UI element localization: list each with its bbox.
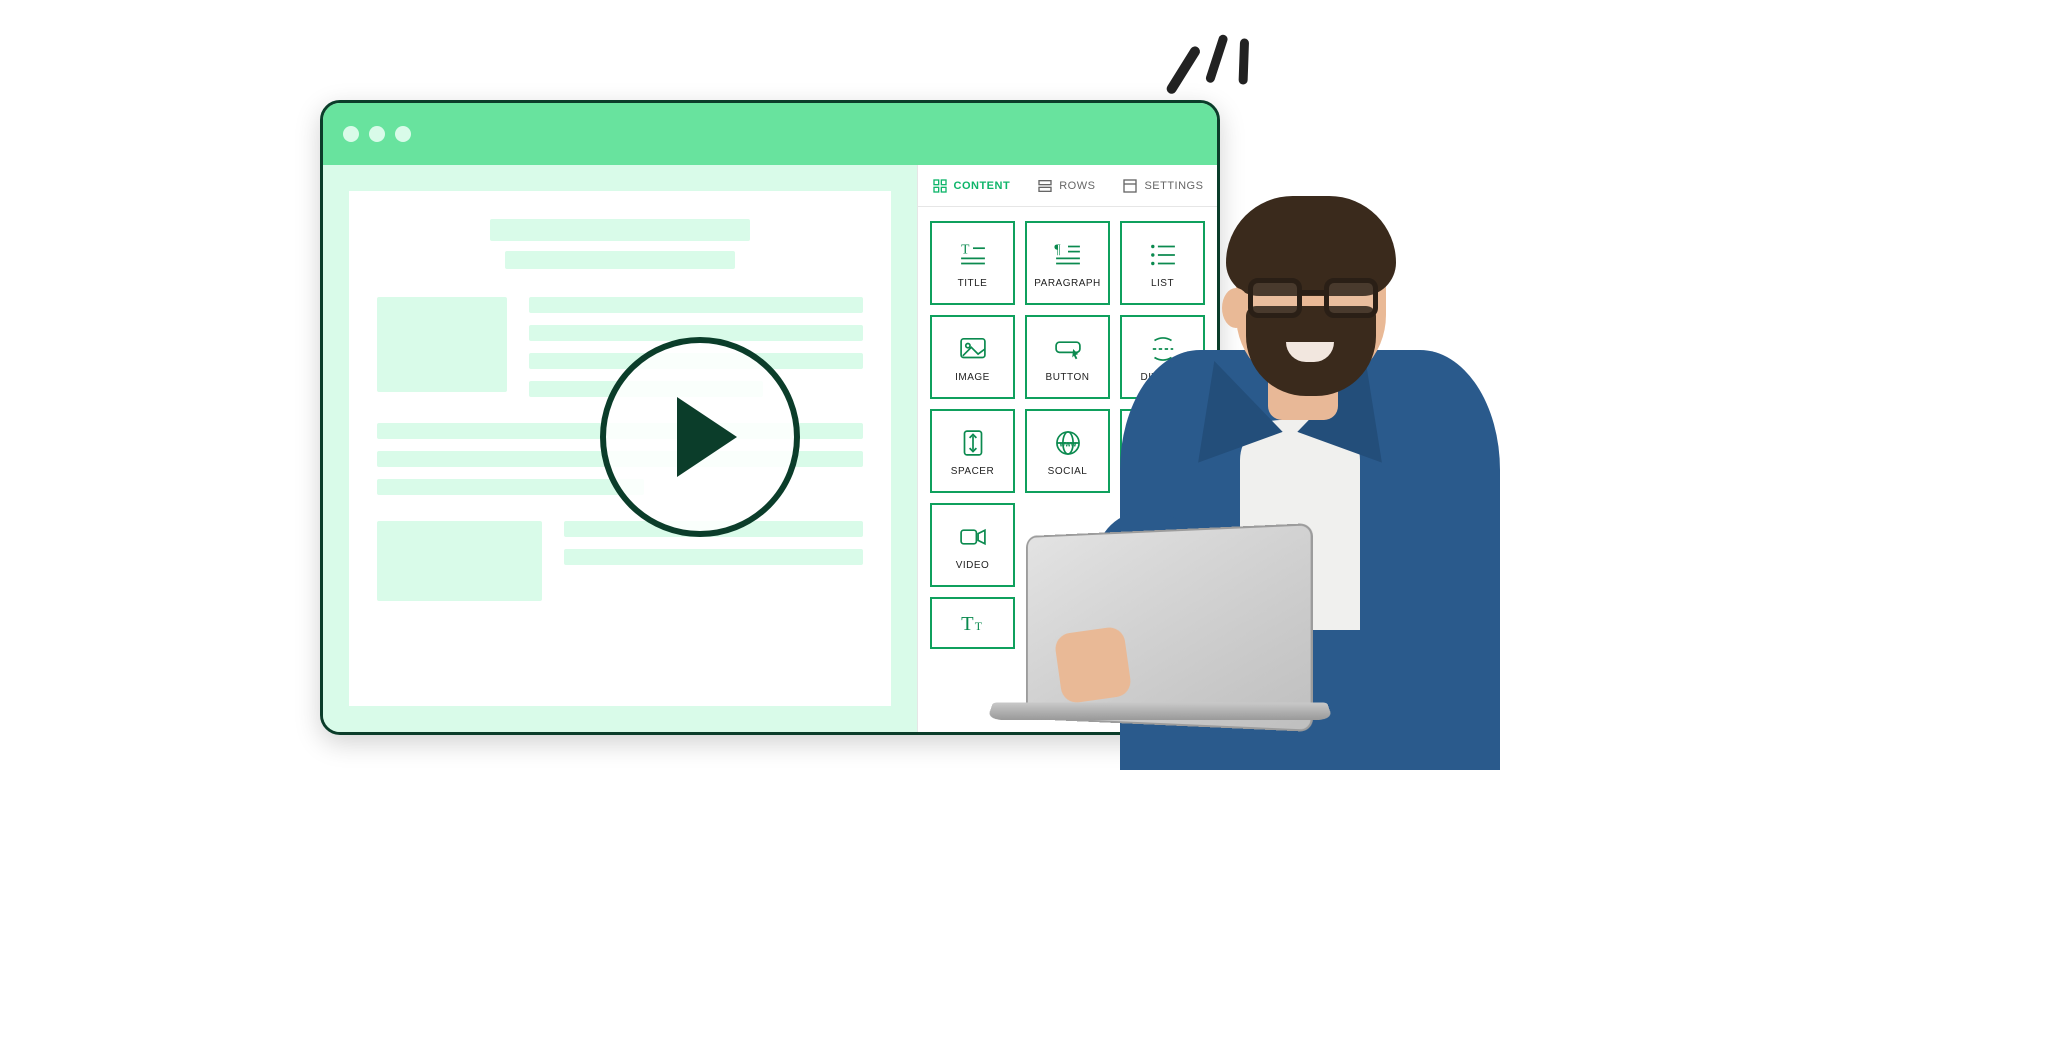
canvas-area[interactable] — [323, 165, 917, 732]
tab-label: SETTINGS — [1144, 180, 1203, 192]
tab-label: ROWS — [1059, 180, 1095, 192]
person-illustration — [1010, 210, 1530, 770]
image-icon — [956, 332, 990, 366]
play-button[interactable] — [600, 337, 800, 537]
panel-tabs: CONTENT ROWS SETTINGS — [918, 165, 1217, 207]
block-label: IMAGE — [955, 372, 990, 383]
spacer-icon — [956, 426, 990, 460]
svg-text:T: T — [974, 619, 982, 633]
placeholder-line — [564, 549, 863, 565]
svg-text:T: T — [961, 613, 974, 635]
tab-settings[interactable]: SETTINGS — [1122, 178, 1203, 194]
rows-icon — [1037, 178, 1053, 194]
title-icon: T — [956, 238, 990, 272]
block-title[interactable]: T TITLE — [930, 221, 1015, 305]
video-icon — [956, 520, 990, 554]
block-label: TITLE — [958, 278, 988, 289]
window-dot — [343, 126, 359, 142]
tab-content[interactable]: CONTENT — [932, 178, 1011, 194]
laptop-icon — [990, 530, 1350, 760]
text-icon: TT — [956, 606, 990, 640]
play-icon — [677, 397, 737, 477]
tab-rows[interactable]: ROWS — [1037, 178, 1095, 194]
placeholder-title — [490, 219, 750, 241]
placeholder-line — [529, 297, 863, 313]
placeholder-image — [377, 521, 542, 601]
block-label: SPACER — [951, 466, 994, 477]
window-titlebar — [323, 103, 1217, 165]
placeholder-line — [377, 479, 644, 495]
grid-icon — [932, 178, 948, 194]
placeholder-subtitle — [505, 251, 735, 269]
tab-label: CONTENT — [954, 180, 1011, 192]
block-spacer[interactable]: SPACER — [930, 409, 1015, 493]
window-dot — [395, 126, 411, 142]
svg-text:T: T — [961, 241, 970, 256]
settings-icon — [1122, 178, 1138, 194]
window-dot — [369, 126, 385, 142]
block-image[interactable]: IMAGE — [930, 315, 1015, 399]
placeholder-image — [377, 297, 507, 392]
block-label: VIDEO — [956, 560, 990, 571]
